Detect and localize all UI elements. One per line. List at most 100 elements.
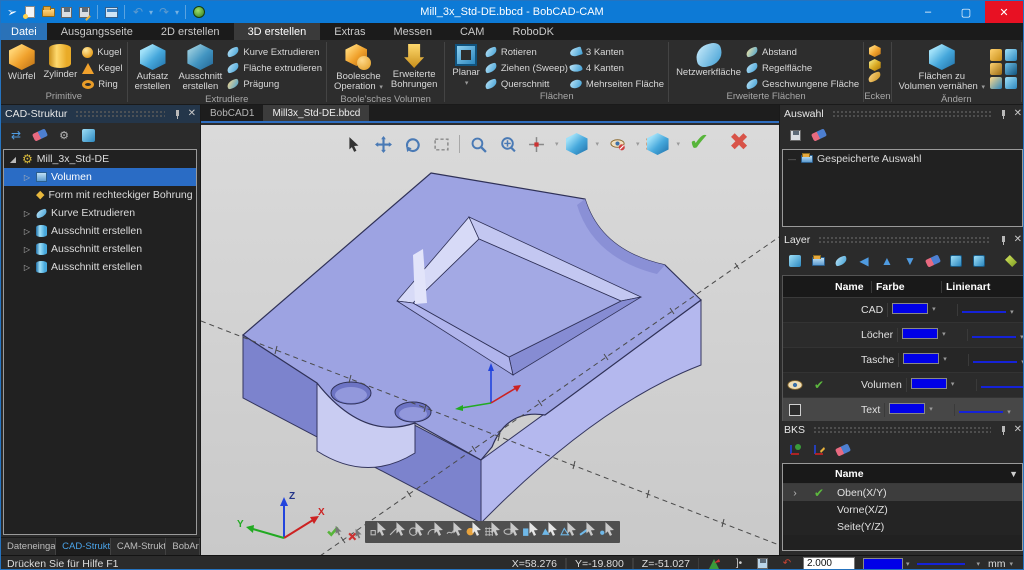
window-select-icon[interactable]: [430, 133, 452, 155]
filter-circle-icon[interactable]: [408, 521, 425, 543]
tab-cam[interactable]: CAM: [446, 23, 498, 40]
maximize-button[interactable]: ▢: [947, 1, 985, 23]
rotieren-button[interactable]: Rotieren: [485, 45, 568, 59]
pin-icon[interactable]: [999, 110, 1008, 119]
kegel-button[interactable]: Kegel: [82, 61, 122, 75]
reject-cursor-icon[interactable]: [347, 527, 367, 547]
aufsatz-erstellen-button[interactable]: Aufsatzerstellen: [132, 43, 174, 94]
model-canvas[interactable]: Z X Y: [201, 125, 779, 555]
rotate-view-icon[interactable]: [401, 133, 423, 155]
open-file-icon[interactable]: [41, 6, 55, 19]
tree-item-volumen[interactable]: ▷ Volumen: [4, 168, 196, 186]
saved-selection-item[interactable]: — Gespeicherte Auswahl: [783, 150, 1022, 168]
layer-row-loecher[interactable]: Löcher ▾ ▾: [783, 323, 1023, 348]
undo-dropdown-icon[interactable]: ▾: [149, 8, 153, 17]
tree-item-ausschnitt-2[interactable]: ▷ Ausschnitt erstellen: [4, 240, 196, 258]
undo-icon[interactable]: ↶: [131, 6, 145, 19]
linestyle-dropdown[interactable]: ▾: [959, 408, 1011, 416]
sync-icon[interactable]: ⇄: [7, 126, 25, 144]
layer-row-text[interactable]: Text ▾ ▾: [783, 398, 1023, 423]
dropdown-icon[interactable]: ▾: [555, 140, 559, 148]
dropdown-icon[interactable]: ▾: [596, 140, 600, 148]
minimize-button[interactable]: –: [909, 1, 947, 23]
tab-datei[interactable]: Datei: [1, 23, 47, 40]
filter-solid-icon[interactable]: [465, 521, 482, 543]
pin-icon[interactable]: [999, 426, 1008, 435]
new-file-icon[interactable]: [23, 6, 37, 19]
layer-row-tasche[interactable]: Tasche ▾ ▾: [783, 348, 1023, 373]
expander-icon[interactable]: ◢: [8, 155, 18, 164]
close-button[interactable]: ✕: [985, 1, 1023, 23]
kugel-button[interactable]: Kugel: [82, 45, 122, 59]
model-3d[interactable]: Z X Y: [201, 125, 779, 555]
close-icon[interactable]: ✕: [1014, 109, 1022, 119]
filter-spline-icon[interactable]: [446, 521, 463, 543]
vier-kanten-button[interactable]: 4 Kanten: [570, 61, 664, 75]
filter-surface-icon[interactable]: [522, 521, 539, 543]
eraser-icon[interactable]: [834, 441, 852, 459]
color-dropdown[interactable]: ▾: [889, 403, 933, 414]
expander-icon[interactable]: ▷: [22, 227, 32, 236]
modify-tool-icon[interactable]: [990, 77, 1002, 89]
zylinder-button[interactable]: Zylinder: [40, 43, 80, 81]
unit-dropdown[interactable]: mm▾: [988, 558, 1017, 570]
dropdown-icon[interactable]: ▾: [636, 140, 640, 148]
tab-extras[interactable]: Extras: [320, 23, 379, 40]
debug-icon[interactable]: [192, 6, 206, 19]
layer-image2-icon[interactable]: [970, 252, 988, 270]
doc-tab-mill3x[interactable]: Mill3x_Std-DE.bbcd: [263, 105, 369, 121]
abstand-button[interactable]: Abstand: [746, 45, 859, 59]
corner-tool-icon[interactable]: [869, 59, 881, 71]
kurve-extrudieren-button[interactable]: Kurve Extrudieren: [227, 45, 322, 59]
eraser-icon[interactable]: [31, 126, 49, 144]
close-icon[interactable]: ✕: [1014, 235, 1022, 245]
filter-arc-icon[interactable]: [427, 521, 444, 543]
tag-icon[interactable]: [1002, 252, 1020, 270]
confirm-icon[interactable]: ✔: [689, 131, 709, 155]
ausschnitt-erstellen-button[interactable]: Ausschnitterstellen: [175, 43, 225, 94]
add-layer-icon[interactable]: [786, 252, 804, 270]
tab-2d-erstellen[interactable]: 2D erstellen: [147, 23, 234, 40]
tab-messen[interactable]: Messen: [379, 23, 446, 40]
rotate-entities-icon[interactable]: ↶: [779, 557, 795, 570]
modify-tool-icon[interactable]: [990, 49, 1002, 61]
color-dropdown[interactable]: ▾: [903, 353, 947, 364]
save-attributes-icon[interactable]: [755, 557, 771, 570]
filter-ellipse-icon[interactable]: [503, 521, 520, 543]
zoom-extents-icon[interactable]: [496, 133, 518, 155]
filter-edge-icon[interactable]: [579, 521, 596, 543]
expander-icon[interactable]: ▷: [22, 209, 32, 218]
tab-bobart[interactable]: BobAr: [166, 538, 200, 555]
flaeche-extrudieren-button[interactable]: Fläche extrudieren: [227, 61, 322, 75]
boolesche-operation-button[interactable]: BoolescheOperation ▾: [331, 43, 386, 94]
layer-row-volumen[interactable]: ✔ Volumen ▾ ▾: [783, 373, 1023, 398]
tree-root[interactable]: ◢ ⚙ Mill_3x_Std-DE: [4, 150, 196, 168]
filter-funnel-icon[interactable]: ▼: [1005, 469, 1022, 479]
ortho-icon[interactable]: ]•: [731, 557, 747, 570]
zoom-window-icon[interactable]: [467, 133, 489, 155]
tab-cam-struktur[interactable]: CAM-Struktu: [111, 538, 167, 555]
geschwungene-flaeche-button[interactable]: Geschwungene Fläche: [746, 77, 859, 91]
filter-face-icon[interactable]: [541, 521, 558, 543]
add-folder-icon[interactable]: [809, 252, 827, 270]
linestyle-dropdown[interactable]: ▾: [973, 358, 1024, 366]
active-check-icon[interactable]: ✔: [814, 378, 824, 392]
expander-icon[interactable]: ▷: [22, 173, 32, 182]
filter-point-icon[interactable]: [370, 521, 387, 543]
current-color-dropdown[interactable]: ▾: [863, 558, 910, 570]
redo-dropdown-icon[interactable]: ▾: [175, 8, 179, 17]
filter-line-icon[interactable]: [389, 521, 406, 543]
planar-button[interactable]: Planar▾: [449, 43, 482, 90]
tab-robodk[interactable]: RoboDK: [498, 23, 568, 40]
dropdown-icon[interactable]: ▾: [677, 140, 681, 148]
pan-icon[interactable]: [372, 133, 394, 155]
expander-icon[interactable]: ▷: [22, 245, 32, 254]
move-down-icon[interactable]: ▼: [901, 252, 919, 270]
querschnitt-button[interactable]: Querschnitt: [485, 77, 568, 91]
edit-wcs-icon[interactable]: [810, 441, 828, 459]
praegung-button[interactable]: Prägung: [227, 77, 322, 91]
corner-tool-icon[interactable]: [869, 45, 881, 57]
modify-tool-icon[interactable]: [1005, 49, 1017, 61]
regelflaeche-button[interactable]: Regelfläche: [746, 61, 859, 75]
pin-icon[interactable]: [999, 236, 1008, 245]
